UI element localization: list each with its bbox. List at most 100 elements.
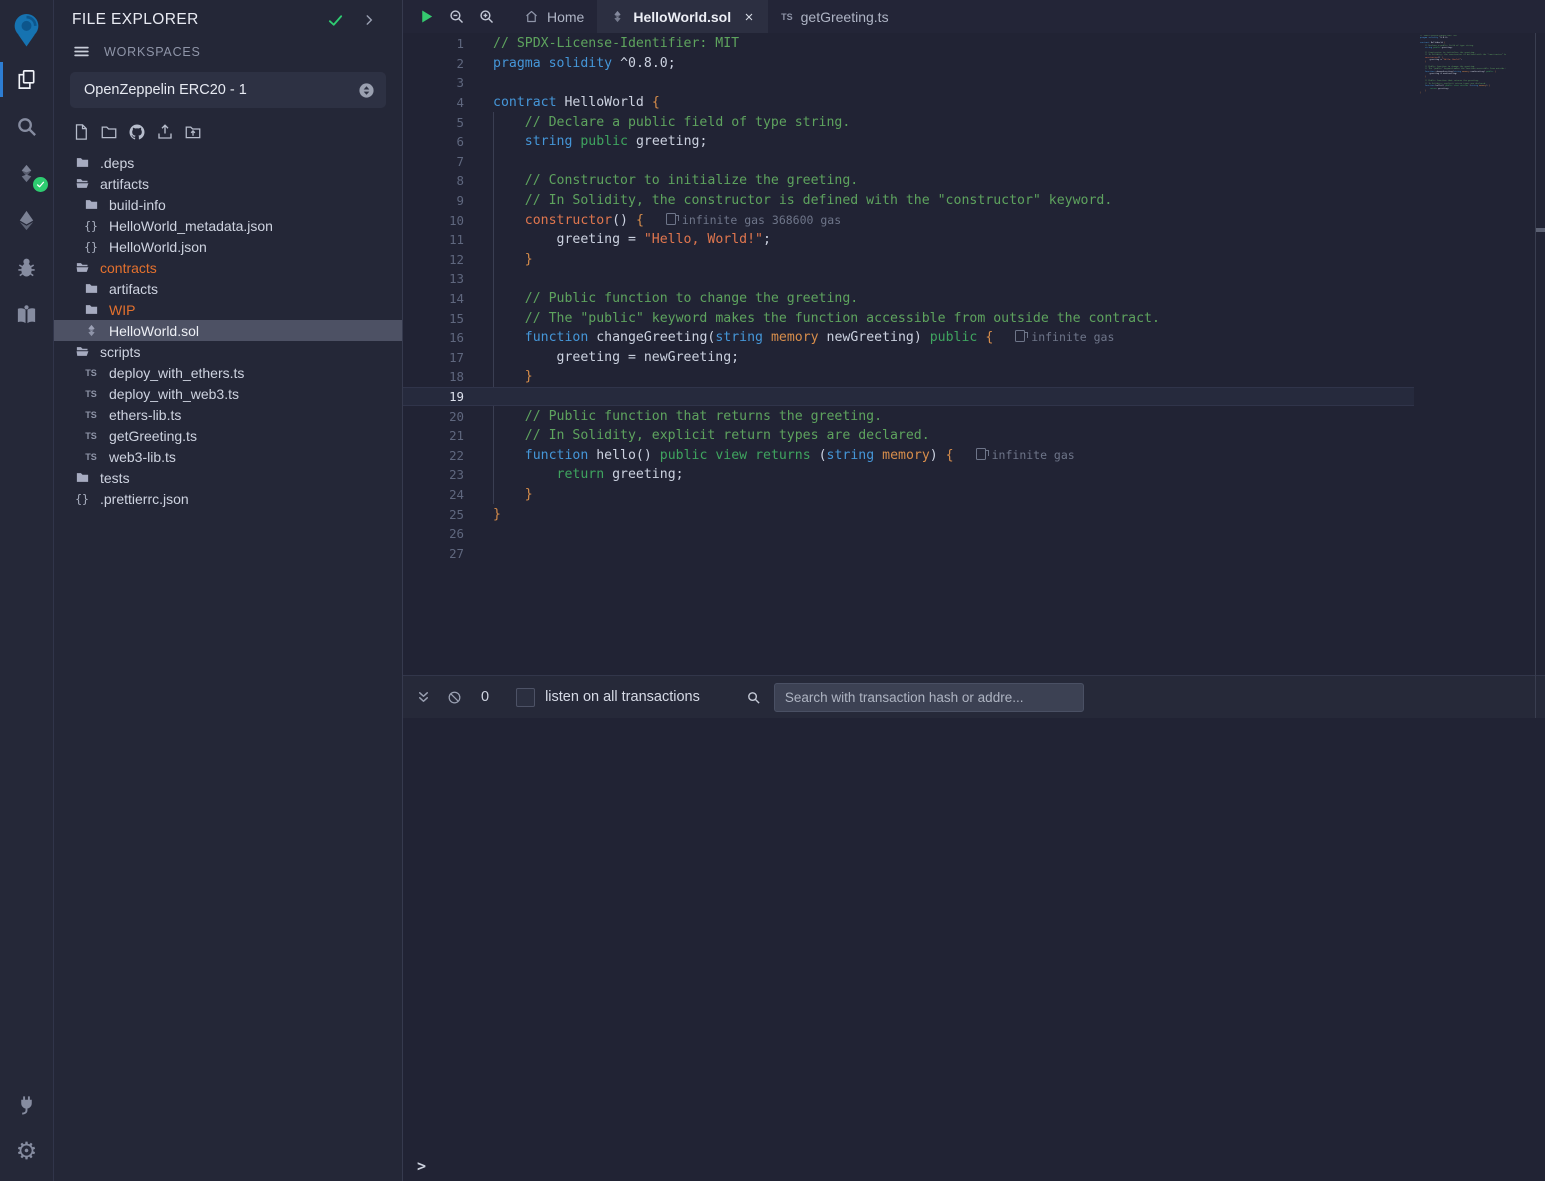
file-tree: .depsartifactsbuild-info{}HelloWorld_met… (54, 152, 402, 509)
new-folder-icon[interactable] (100, 123, 118, 141)
tree-item-.prettierrc.json[interactable]: {}.prettierrc.json (54, 488, 402, 509)
code-line-5[interactable]: 5 // Declare a public field of type stri… (403, 112, 1414, 132)
code-line-11[interactable]: 11 greeting = "Hello, World!"; (403, 230, 1414, 250)
tree-item-getGreeting.ts[interactable]: TSgetGreeting.ts (54, 425, 402, 446)
workspace-select[interactable]: OpenZeppelin ERC20 - 1 (70, 72, 386, 108)
code-line-17[interactable]: 17 greeting = newGreeting; (403, 348, 1414, 368)
tree-item-HelloWorld.json[interactable]: {}HelloWorld.json (54, 236, 402, 257)
expand-terminal-icon[interactable] (416, 690, 431, 705)
code-line-20[interactable]: 20 // Public function that returns the g… (403, 406, 1414, 426)
code-line-22[interactable]: 22 function hello() public view returns … (403, 445, 1414, 465)
tree-item-contracts[interactable]: contracts (54, 257, 402, 278)
activity-settings[interactable]: ⚙ (0, 1128, 54, 1175)
activity-plugin-manager[interactable] (0, 1081, 54, 1128)
search-icon (746, 690, 761, 705)
tree-item-label: deploy_with_web3.ts (109, 386, 239, 402)
code-line-21[interactable]: 21 // In Solidity, explicit return types… (403, 426, 1414, 446)
code-line-3[interactable]: 3 (403, 73, 1414, 93)
ts-icon: TS (83, 452, 99, 462)
editor-right-strip: // SPDX-License-Identifier: MITpragma so… (1414, 33, 1545, 675)
chevron-right-icon[interactable] (362, 13, 376, 27)
hamburger-menu-icon[interactable] (73, 43, 90, 60)
terminal[interactable]: > (403, 718, 1545, 1181)
code-editor[interactable]: 1// SPDX-License-Identifier: MIT2pragma … (403, 33, 1545, 675)
minimap[interactable]: // SPDX-License-Identifier: MITpragma so… (1420, 35, 1506, 100)
code-line-9[interactable]: 9 // In Solidity, the constructor is def… (403, 191, 1414, 211)
tree-item-artifacts[interactable]: artifacts (54, 173, 402, 194)
new-file-icon[interactable] (72, 123, 90, 141)
code-line-18[interactable]: 18 } (403, 367, 1414, 387)
code-line-26[interactable]: 26 (403, 524, 1414, 544)
line-number: 26 (403, 526, 464, 541)
code-line-4[interactable]: 4contract HelloWorld { (403, 93, 1414, 113)
line-number: 15 (403, 311, 464, 326)
activity-deploy-and-run[interactable] (0, 197, 54, 244)
activity-file-explorer[interactable] (0, 56, 54, 103)
tree-item-deploy_with_web3.ts[interactable]: TSdeploy_with_web3.ts (54, 383, 402, 404)
code-line-7[interactable]: 7 (403, 152, 1414, 172)
workspace-selected-value: OpenZeppelin ERC20 - 1 (84, 82, 358, 98)
activity-remix-logo[interactable] (0, 4, 54, 56)
line-number: 11 (403, 232, 464, 247)
tree-item-build-info[interactable]: build-info (54, 194, 402, 215)
activity-solidity-compiler[interactable] (0, 150, 54, 197)
listen-transactions-checkbox[interactable] (516, 688, 535, 707)
code-line-8[interactable]: 8 // Constructor to initialize the greet… (403, 171, 1414, 191)
code-line-27[interactable]: 27 (403, 543, 1414, 563)
zoom-in-icon[interactable] (471, 0, 501, 33)
tree-item-artifacts[interactable]: artifacts (54, 278, 402, 299)
folder-open-icon (74, 260, 90, 275)
scrollbar-thumb[interactable] (1536, 228, 1545, 232)
code-line-1[interactable]: 1// SPDX-License-Identifier: MIT (403, 34, 1414, 54)
tree-item-label: HelloWorld_metadata.json (109, 218, 273, 234)
code-line-19[interactable]: 19 (403, 387, 1414, 407)
code-line-12[interactable]: 12 } (403, 250, 1414, 270)
clear-console-icon[interactable] (447, 690, 462, 705)
upload-folder-icon[interactable] (184, 123, 202, 141)
tab-Home[interactable]: Home (511, 0, 597, 33)
ts-icon: TS (781, 12, 793, 22)
clone-github-icon[interactable] (128, 123, 146, 141)
line-number: 9 (403, 193, 464, 208)
line-number: 1 (403, 36, 464, 51)
tree-item-web3-lib.ts[interactable]: TSweb3-lib.ts (54, 446, 402, 467)
tree-item-label: deploy_with_ethers.ts (109, 365, 244, 381)
code-line-14[interactable]: 14 // Public function to change the gree… (403, 289, 1414, 309)
transaction-search-input[interactable] (774, 683, 1084, 712)
code-line-2[interactable]: 2pragma solidity ^0.8.0; (403, 54, 1414, 74)
folder-icon (83, 197, 99, 212)
line-number: 8 (403, 173, 464, 188)
remix-ide-window: ⚙ FILE EXPLORER WORKSPACES OpenZeppelin … (0, 0, 1545, 1181)
code-line-13[interactable]: 13 (403, 269, 1414, 289)
activity-debugger[interactable] (0, 244, 54, 291)
tree-item-WIP[interactable]: WIP (54, 299, 402, 320)
tree-item-.deps[interactable]: .deps (54, 152, 402, 173)
code-region[interactable]: 1// SPDX-License-Identifier: MIT2pragma … (403, 33, 1414, 675)
tree-item-deploy_with_ethers.ts[interactable]: TSdeploy_with_ethers.ts (54, 362, 402, 383)
code-line-6[interactable]: 6 string public greeting; (403, 132, 1414, 152)
tree-item-scripts[interactable]: scripts (54, 341, 402, 362)
zoom-out-icon[interactable] (441, 0, 471, 33)
line-number: 25 (403, 507, 464, 522)
run-script-button[interactable] (411, 0, 441, 33)
close-icon[interactable] (743, 11, 755, 23)
activity-search[interactable] (0, 103, 54, 150)
line-number: 10 (403, 213, 464, 228)
code-line-24[interactable]: 24 } (403, 485, 1414, 505)
code-line-10[interactable]: 10 constructor() {infinite gas 368600 ga… (403, 210, 1414, 230)
code-line-23[interactable]: 23 return greeting; (403, 465, 1414, 485)
upload-file-icon[interactable] (156, 123, 174, 141)
folder-icon (83, 302, 99, 317)
tab-getGreeting.ts[interactable]: TSgetGreeting.ts (768, 0, 901, 33)
tab-HelloWorld.sol[interactable]: HelloWorld.sol (597, 0, 768, 33)
tree-item-tests[interactable]: tests (54, 467, 402, 488)
code-line-25[interactable]: 25} (403, 504, 1414, 524)
tree-item-HelloWorld.sol[interactable]: HelloWorld.sol (54, 320, 402, 341)
code-line-15[interactable]: 15 // The "public" keyword makes the fun… (403, 308, 1414, 328)
code-line-16[interactable]: 16 function changeGreeting(string memory… (403, 328, 1414, 348)
tree-item-label: .deps (100, 155, 134, 171)
tree-item-ethers-lib.ts[interactable]: TSethers-lib.ts (54, 404, 402, 425)
tree-item-HelloWorld_metadata.json[interactable]: {}HelloWorld_metadata.json (54, 215, 402, 236)
check-icon (327, 12, 344, 29)
activity-learneth[interactable] (0, 291, 54, 338)
